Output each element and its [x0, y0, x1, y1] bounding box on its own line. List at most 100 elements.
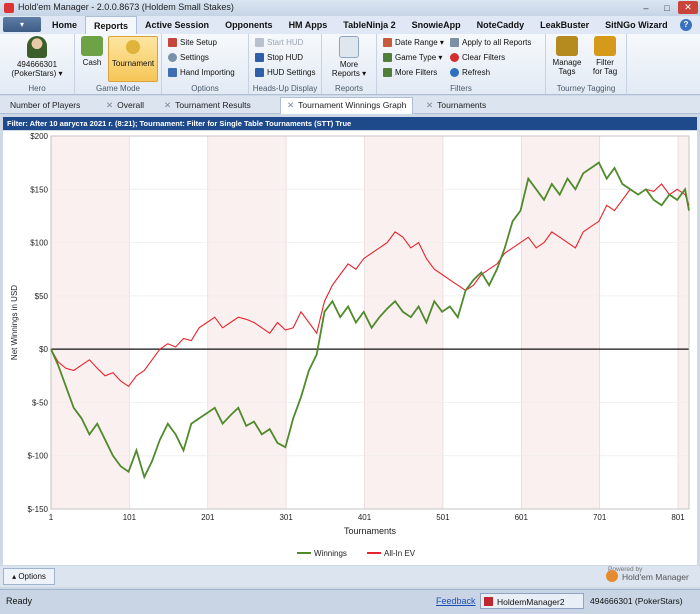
tab-hm-apps[interactable]: HM Apps: [281, 16, 336, 34]
help-icon[interactable]: ?: [680, 19, 692, 31]
stop-hud-button[interactable]: Stop HUD: [255, 53, 303, 62]
options-button[interactable]: ▴ Options: [3, 568, 55, 585]
hero-button[interactable]: 494666301 (PokerStars) ▾: [4, 36, 70, 78]
x-tick-label: 701: [593, 513, 607, 522]
minimize-button[interactable]: –: [636, 1, 656, 14]
app-menu-label: ▾: [19, 20, 24, 29]
filter-for-tag-button[interactable]: Filter for Tag: [587, 36, 623, 76]
hero-player: 494666301: [16, 60, 58, 69]
tags-label: Tags: [558, 67, 576, 76]
feedback-link[interactable]: Feedback: [436, 596, 476, 606]
x-tick-label: 101: [123, 513, 137, 522]
apply-all-label: Apply to all Reports: [462, 38, 532, 47]
tab-notecaddy[interactable]: NoteCaddy: [469, 16, 533, 34]
x-tick-label: 801: [671, 513, 685, 522]
status-ready: Ready: [6, 596, 33, 606]
tags-icon: [556, 36, 578, 56]
cash-label: Cash: [82, 58, 102, 67]
filters-group: Date Range ▾ Game Type ▾ More Filters Ap…: [377, 34, 546, 94]
reports-label: Reports ▾: [331, 69, 367, 78]
filter-bar: Filter: After 10 августа 2021 г. (8:21);…: [3, 117, 697, 130]
for-tag-label: for Tag: [592, 67, 618, 76]
calendar-icon: [383, 38, 392, 47]
game-type-button[interactable]: Game Type ▾: [383, 53, 442, 62]
tab-active-session[interactable]: Active Session: [137, 16, 217, 34]
y-tick-label: $0: [39, 345, 48, 354]
y-tick-label: $200: [30, 132, 48, 141]
hud-settings-icon: [255, 68, 264, 77]
ribbon: 494666301 (PokerStars) ▾ Hero Cash Tourn…: [0, 34, 700, 95]
more-reports-button[interactable]: More Reports ▾: [326, 36, 372, 78]
x-tick-label: 1: [49, 513, 54, 522]
report-tab-label: Tournament Winnings Graph: [298, 100, 407, 110]
report-tab-label: Number of Players: [10, 100, 81, 110]
report-tab-number-of-players[interactable]: Number of Players: [4, 98, 86, 112]
tab-sitngo-wizard[interactable]: SitNGo Wizard: [597, 16, 675, 34]
manage-tags-button[interactable]: Manage Tags: [549, 36, 585, 76]
start-hud-button[interactable]: Start HUD: [255, 38, 303, 47]
window-title: Hold'em Manager - 2.0.0.8673 (Holdem Sma…: [18, 2, 234, 12]
close-tab-icon[interactable]: ✕: [106, 100, 113, 110]
clear-filters-button[interactable]: Clear Filters: [450, 53, 505, 62]
app-menu-button[interactable]: ▾: [3, 17, 41, 32]
options-label: Options: [18, 572, 46, 581]
maximize-button[interactable]: □: [657, 1, 677, 14]
date-range-label: Date Range ▾: [395, 38, 444, 47]
import-icon: [168, 68, 177, 77]
hero-site: (PokerStars) ▾: [11, 69, 63, 78]
cash-button[interactable]: Cash: [78, 36, 106, 67]
report-tab-tournament-winnings-graph[interactable]: ✕ Tournament Winnings Graph: [280, 97, 414, 114]
tab-reports[interactable]: Reports: [85, 16, 138, 35]
tagging-group: Manage Tags Filter for Tag Tourney Taggi…: [546, 34, 627, 94]
clear-icon: [450, 53, 459, 62]
tournament-button[interactable]: Tournament: [108, 36, 158, 82]
settings-label: Settings: [180, 53, 209, 62]
x-axis-label: Tournaments: [344, 526, 397, 536]
ribbon-tabs: Home Reports Active Session Opponents HM App…: [44, 16, 676, 35]
instance-button[interactable]: HoldemManager2: [480, 593, 584, 609]
stop-icon: [255, 53, 264, 62]
legend-label: Winnings: [314, 549, 347, 558]
more-label: More: [339, 60, 359, 69]
close-tab-icon[interactable]: ✕: [164, 100, 171, 110]
y-tick-label: $100: [30, 239, 48, 248]
x-tick-label: 501: [436, 513, 450, 522]
flag-icon: [484, 597, 493, 606]
hud-settings-button[interactable]: HUD Settings: [255, 68, 315, 77]
tab-leakbuster[interactable]: LeakBuster: [532, 16, 597, 34]
close-button[interactable]: ✕: [678, 1, 698, 14]
tab-home[interactable]: Home: [44, 16, 85, 34]
report-tab-label: Overall: [117, 100, 145, 110]
y-tick-label: $-50: [32, 398, 49, 407]
apply-all-button[interactable]: Apply to all Reports: [450, 38, 531, 47]
y-tick-label: $150: [30, 185, 48, 194]
hand-importing-button[interactable]: Hand Importing: [168, 68, 235, 77]
stop-hud-label: Stop HUD: [267, 53, 304, 62]
report-tab-overall[interactable]: ✕ Overall: [100, 98, 150, 112]
hero-avatar-icon: [27, 36, 47, 58]
more-filters-button[interactable]: More Filters: [383, 68, 437, 77]
chart-band: [207, 136, 287, 509]
date-range-button[interactable]: Date Range ▾: [383, 38, 444, 47]
status-bar: Ready Feedback HoldemManager2 494666301 …: [0, 589, 700, 614]
tag-filter-icon: [594, 36, 616, 56]
clear-filters-label: Clear Filters: [462, 53, 506, 62]
tab-opponents[interactable]: Opponents: [217, 16, 281, 34]
legend-label: All-In EV: [384, 549, 416, 558]
x-tick-label: 201: [201, 513, 215, 522]
close-tab-icon[interactable]: ✕: [426, 100, 433, 110]
game-type-label: Game Type ▾: [395, 53, 443, 62]
refresh-button[interactable]: Refresh: [450, 68, 490, 77]
filters-group-label: Filters: [450, 84, 472, 93]
close-tab-icon[interactable]: ✕: [287, 100, 294, 110]
game-mode-label: Game Mode: [95, 84, 141, 93]
report-tab-tournaments[interactable]: ✕ Tournaments: [420, 98, 492, 112]
settings-button[interactable]: Settings: [168, 53, 209, 62]
tournament-label: Tournament: [111, 59, 155, 68]
report-tab-tournament-results[interactable]: ✕ Tournament Results: [158, 98, 257, 112]
site-setup-icon: [168, 38, 177, 47]
tab-snowieapp[interactable]: SnowieApp: [404, 16, 469, 34]
y-axis-label: Net Winnings in USD: [10, 285, 19, 360]
tab-tableninja-2[interactable]: TableNinja 2: [335, 16, 403, 34]
site-setup-button[interactable]: Site Setup: [168, 38, 217, 47]
